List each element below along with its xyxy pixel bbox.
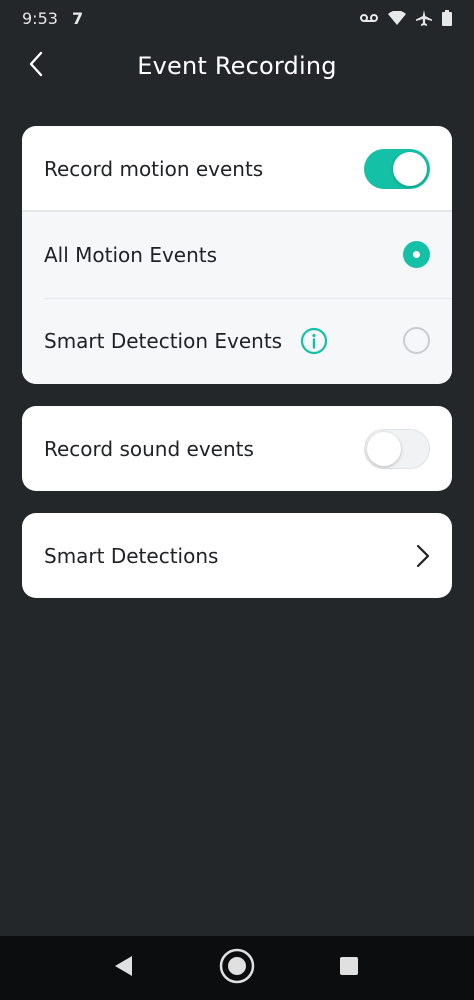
record-motion-toggle[interactable]	[364, 148, 430, 189]
smart-detection-radio[interactable]	[403, 327, 430, 354]
toggle-knob	[393, 151, 427, 186]
nav-recents-button[interactable]	[331, 950, 367, 986]
notification-count: 7	[71, 8, 84, 28]
smart-detections-label: Smart Detections	[44, 543, 219, 568]
smart-detections-card[interactable]: Smart Detections	[22, 513, 452, 598]
battery-icon	[442, 10, 452, 26]
status-time: 9:53	[22, 8, 58, 28]
record-sound-label: Record sound events	[44, 436, 254, 461]
option-smart-detection-label: Smart Detection Events	[44, 328, 283, 353]
all-motion-radio[interactable]	[403, 241, 430, 268]
motion-events-card: Record motion events All Motion Events S…	[22, 126, 452, 384]
record-motion-row: Record motion events	[22, 126, 452, 211]
chevron-right-icon	[416, 544, 430, 568]
nav-back-button[interactable]	[106, 950, 142, 986]
home-circle-icon	[219, 948, 255, 988]
back-triangle-icon	[114, 955, 134, 981]
wifi-icon	[388, 11, 406, 25]
status-icons	[360, 10, 452, 26]
back-button[interactable]	[20, 50, 52, 82]
app-header: Event Recording	[0, 44, 474, 88]
page-title: Event Recording	[137, 52, 337, 80]
motion-options: All Motion Events Smart Detection Events	[22, 212, 452, 384]
system-nav-bar	[0, 936, 474, 1000]
record-sound-row: Record sound events	[22, 406, 452, 491]
option-all-motion[interactable]: All Motion Events	[22, 212, 452, 297]
info-icon[interactable]	[300, 327, 328, 355]
status-bar: 9:53 7	[0, 0, 474, 36]
toggle-knob	[367, 431, 401, 466]
chevron-left-icon	[28, 51, 44, 81]
record-motion-label: Record motion events	[44, 156, 264, 181]
recents-square-icon	[339, 956, 359, 980]
airplane-icon	[416, 10, 432, 26]
voicemail-icon	[360, 12, 378, 24]
option-all-motion-label: All Motion Events	[44, 242, 218, 267]
option-smart-detection[interactable]: Smart Detection Events	[22, 298, 452, 383]
sound-events-card: Record sound events	[22, 406, 452, 491]
nav-home-button[interactable]	[219, 948, 255, 988]
record-sound-toggle[interactable]	[364, 428, 430, 469]
smart-detections-row[interactable]: Smart Detections	[22, 513, 452, 598]
